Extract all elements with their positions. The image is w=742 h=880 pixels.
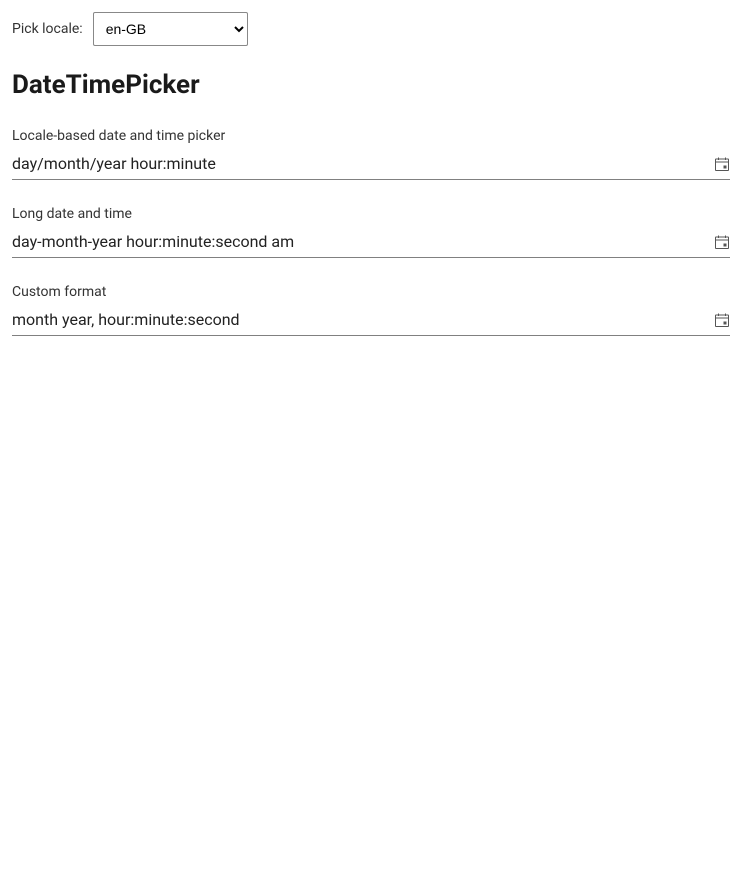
locale-label: Pick locale: [12, 21, 83, 37]
locale-picker-row: Pick locale: en-GB [12, 12, 730, 46]
picker-placeholder: day-month-year hour:minute:second am [12, 232, 294, 251]
picker-block: Custom format month year, hour:minute:se… [12, 284, 730, 336]
picker-label: Long date and time [12, 206, 730, 222]
picker-label: Locale-based date and time picker [12, 128, 730, 144]
page-title: DateTimePicker [12, 70, 730, 100]
picker-block: Locale-based date and time picker day/mo… [12, 128, 730, 180]
calendar-icon[interactable] [714, 156, 730, 172]
datetime-picker-input[interactable]: day-month-year hour:minute:second am [12, 232, 730, 258]
picker-placeholder: month year, hour:minute:second [12, 310, 240, 329]
calendar-icon[interactable] [714, 312, 730, 328]
calendar-icon[interactable] [714, 234, 730, 250]
picker-block: Long date and time day-month-year hour:m… [12, 206, 730, 258]
picker-label: Custom format [12, 284, 730, 300]
picker-placeholder: day/month/year hour:minute [12, 154, 216, 173]
datetime-picker-input[interactable]: day/month/year hour:minute [12, 154, 730, 180]
datetime-picker-input[interactable]: month year, hour:minute:second [12, 310, 730, 336]
locale-select[interactable]: en-GB [93, 12, 248, 46]
